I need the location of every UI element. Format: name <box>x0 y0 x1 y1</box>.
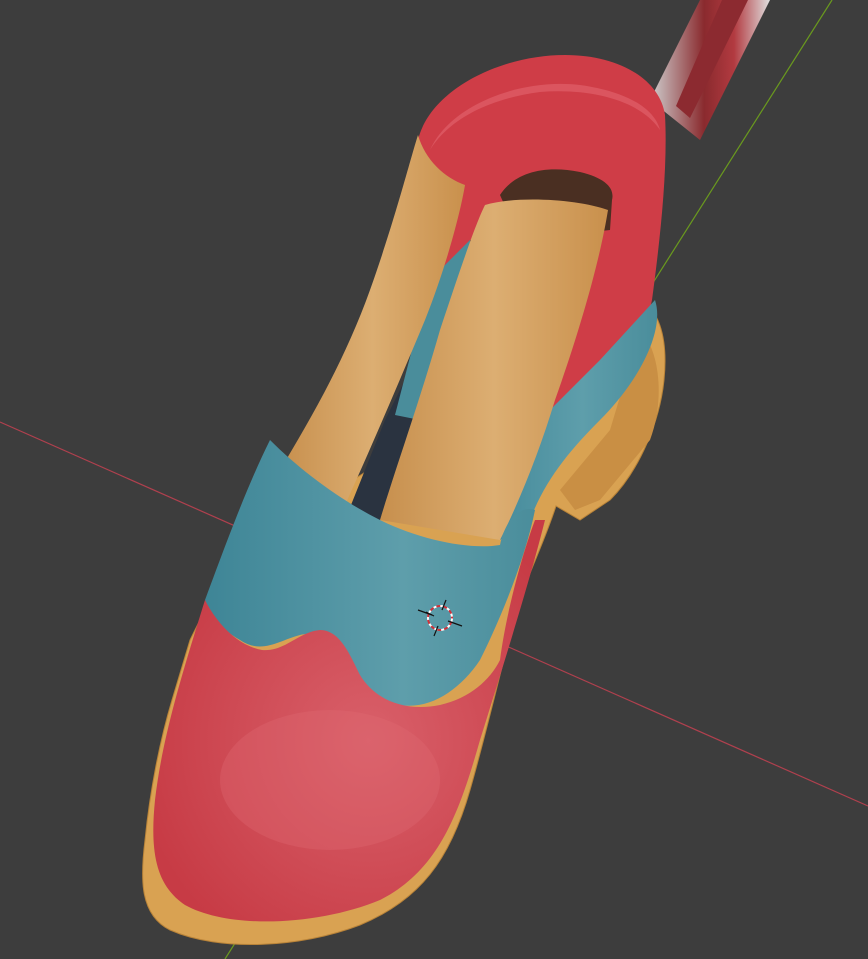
3d-viewport[interactable] <box>0 0 868 959</box>
toe-highlight <box>220 710 440 850</box>
viewport-canvas[interactable] <box>0 0 868 959</box>
rod-object[interactable] <box>650 0 770 140</box>
